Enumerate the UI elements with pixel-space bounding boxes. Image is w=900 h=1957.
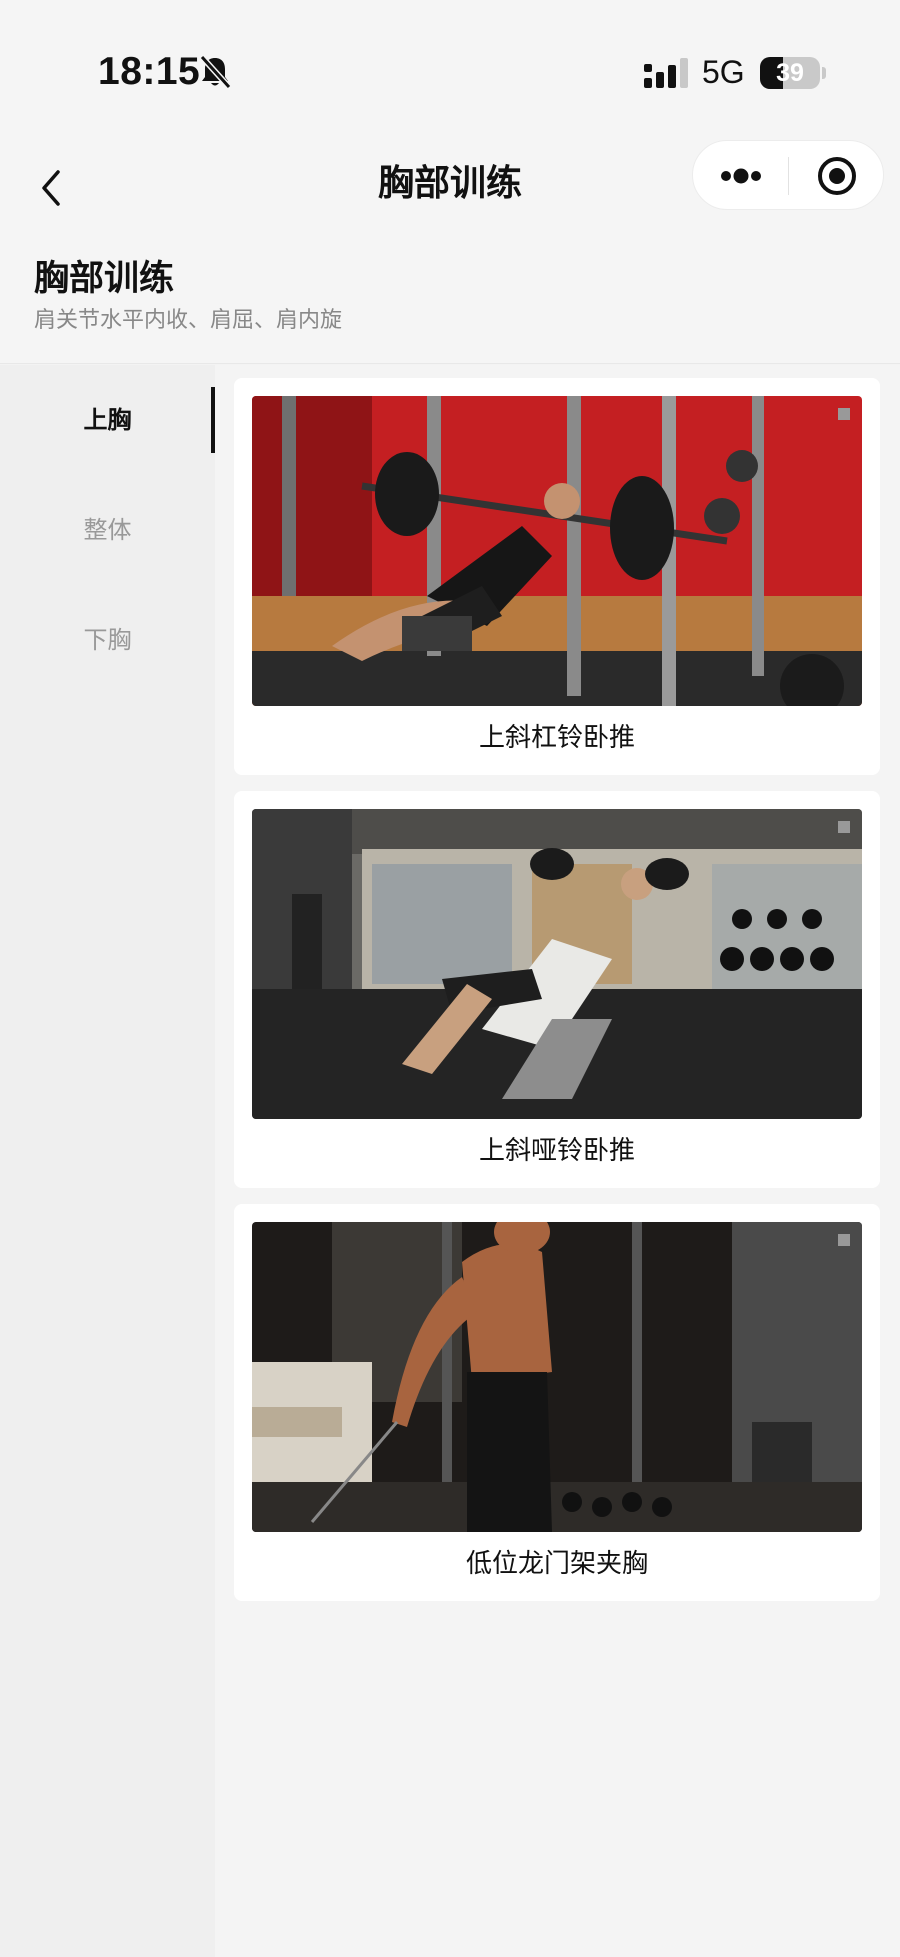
exercise-name: 上斜杠铃卧推 xyxy=(478,723,635,753)
sidebar-item-upper-chest[interactable]: 上胸 xyxy=(0,387,215,453)
target-close-icon xyxy=(818,157,856,195)
battery-icon: 39 xyxy=(760,57,820,89)
sidebar-item-lower-chest[interactable]: 下胸 xyxy=(0,607,215,673)
sidebar-item-overall-chest[interactable]: 整体 xyxy=(0,497,215,563)
page-header: 胸部训练 肩关节水平内收、肩屈、肩内旋 xyxy=(0,232,900,364)
category-sidebar: 上胸 整体 下胸 xyxy=(0,365,215,1957)
more-dots-icon xyxy=(721,168,761,184)
exercise-image xyxy=(252,396,862,706)
corner-marker xyxy=(838,408,850,420)
bell-muted-icon xyxy=(199,54,232,90)
exercise-list: 上斜杠铃卧推 上斜哑铃卧推 低位龙门架夹胸 xyxy=(215,365,900,1957)
status-time: 18:15 xyxy=(98,50,201,93)
page-title: 胸部训练 xyxy=(34,259,175,299)
exercise-card-incline-barbell-press[interactable]: 上斜杠铃卧推 xyxy=(234,378,880,775)
sidebar-item-label: 上胸 xyxy=(83,406,132,434)
battery-level: 39 xyxy=(776,59,804,87)
sidebar-item-label: 下胸 xyxy=(83,626,132,654)
battery-tip xyxy=(822,67,826,79)
corner-marker xyxy=(838,821,850,833)
exercise-image xyxy=(252,809,862,1119)
mini-program-capsule xyxy=(692,140,884,210)
exercise-name: 上斜哑铃卧推 xyxy=(478,1136,635,1166)
exercise-card-low-cable-fly[interactable]: 低位龙门架夹胸 xyxy=(234,1204,880,1601)
cellular-signal-icon xyxy=(644,58,688,88)
page-subtitle: 肩关节水平内收、肩屈、肩内旋 xyxy=(34,308,343,333)
status-bar: 18:15 5G 39 xyxy=(0,0,900,140)
network-type: 5G xyxy=(702,54,745,90)
exercise-card-incline-dumbbell-press[interactable]: 上斜哑铃卧推 xyxy=(234,791,880,1188)
exercise-name: 低位龙门架夹胸 xyxy=(465,1549,648,1579)
exercise-image xyxy=(252,1222,862,1532)
more-button[interactable] xyxy=(693,141,789,211)
close-button[interactable] xyxy=(789,141,885,211)
sidebar-item-label: 整体 xyxy=(83,516,132,544)
navigation-bar: 胸部训练 xyxy=(0,140,900,232)
corner-marker xyxy=(838,1234,850,1246)
